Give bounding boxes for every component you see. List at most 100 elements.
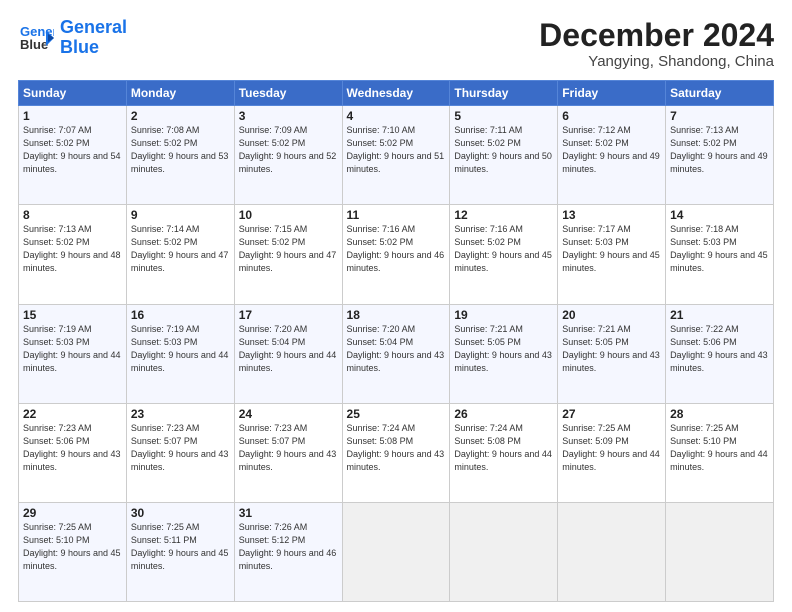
day-info: Sunrise: 7:07 AM Sunset: 5:02 PM Dayligh…	[23, 124, 122, 176]
day-number: 7	[670, 109, 769, 123]
svg-text:Blue: Blue	[20, 37, 48, 52]
calendar-day-cell: 15 Sunrise: 7:19 AM Sunset: 5:03 PM Dayl…	[19, 304, 127, 403]
day-number: 28	[670, 407, 769, 421]
day-info: Sunrise: 7:13 AM Sunset: 5:02 PM Dayligh…	[670, 124, 769, 176]
calendar-day-header: Saturday	[666, 81, 774, 106]
logo: General Blue General Blue	[18, 18, 127, 58]
day-number: 17	[239, 308, 338, 322]
day-info: Sunrise: 7:11 AM Sunset: 5:02 PM Dayligh…	[454, 124, 553, 176]
day-number: 31	[239, 506, 338, 520]
day-number: 21	[670, 308, 769, 322]
day-number: 19	[454, 308, 553, 322]
day-info: Sunrise: 7:21 AM Sunset: 5:05 PM Dayligh…	[454, 323, 553, 375]
calendar-day-cell: 25 Sunrise: 7:24 AM Sunset: 5:08 PM Dayl…	[342, 403, 450, 502]
day-info: Sunrise: 7:24 AM Sunset: 5:08 PM Dayligh…	[347, 422, 446, 474]
calendar-day-cell	[558, 502, 666, 601]
calendar-day-cell: 29 Sunrise: 7:25 AM Sunset: 5:10 PM Dayl…	[19, 502, 127, 601]
day-number: 15	[23, 308, 122, 322]
calendar-day-cell: 13 Sunrise: 7:17 AM Sunset: 5:03 PM Dayl…	[558, 205, 666, 304]
day-info: Sunrise: 7:20 AM Sunset: 5:04 PM Dayligh…	[347, 323, 446, 375]
calendar-day-cell: 2 Sunrise: 7:08 AM Sunset: 5:02 PM Dayli…	[126, 106, 234, 205]
day-number: 25	[347, 407, 446, 421]
calendar-day-cell: 26 Sunrise: 7:24 AM Sunset: 5:08 PM Dayl…	[450, 403, 558, 502]
day-info: Sunrise: 7:25 AM Sunset: 5:09 PM Dayligh…	[562, 422, 661, 474]
calendar-day-cell	[342, 502, 450, 601]
day-info: Sunrise: 7:10 AM Sunset: 5:02 PM Dayligh…	[347, 124, 446, 176]
day-number: 27	[562, 407, 661, 421]
day-number: 13	[562, 208, 661, 222]
calendar-day-header: Sunday	[19, 81, 127, 106]
day-info: Sunrise: 7:17 AM Sunset: 5:03 PM Dayligh…	[562, 223, 661, 275]
calendar-day-cell: 27 Sunrise: 7:25 AM Sunset: 5:09 PM Dayl…	[558, 403, 666, 502]
day-number: 14	[670, 208, 769, 222]
calendar-day-cell: 21 Sunrise: 7:22 AM Sunset: 5:06 PM Dayl…	[666, 304, 774, 403]
day-info: Sunrise: 7:14 AM Sunset: 5:02 PM Dayligh…	[131, 223, 230, 275]
calendar-day-cell: 14 Sunrise: 7:18 AM Sunset: 5:03 PM Dayl…	[666, 205, 774, 304]
day-info: Sunrise: 7:23 AM Sunset: 5:07 PM Dayligh…	[239, 422, 338, 474]
calendar-day-cell: 30 Sunrise: 7:25 AM Sunset: 5:11 PM Dayl…	[126, 502, 234, 601]
calendar-day-cell: 4 Sunrise: 7:10 AM Sunset: 5:02 PM Dayli…	[342, 106, 450, 205]
calendar-day-cell: 1 Sunrise: 7:07 AM Sunset: 5:02 PM Dayli…	[19, 106, 127, 205]
calendar-day-cell: 24 Sunrise: 7:23 AM Sunset: 5:07 PM Dayl…	[234, 403, 342, 502]
page: General Blue General Blue December 2024 …	[0, 0, 792, 612]
day-number: 2	[131, 109, 230, 123]
day-number: 22	[23, 407, 122, 421]
day-info: Sunrise: 7:25 AM Sunset: 5:10 PM Dayligh…	[670, 422, 769, 474]
calendar-week-row: 22 Sunrise: 7:23 AM Sunset: 5:06 PM Dayl…	[19, 403, 774, 502]
header: General Blue General Blue December 2024 …	[18, 18, 774, 70]
logo-line1: General	[60, 17, 127, 37]
day-number: 11	[347, 208, 446, 222]
calendar-day-cell: 18 Sunrise: 7:20 AM Sunset: 5:04 PM Dayl…	[342, 304, 450, 403]
calendar-week-row: 15 Sunrise: 7:19 AM Sunset: 5:03 PM Dayl…	[19, 304, 774, 403]
day-info: Sunrise: 7:25 AM Sunset: 5:11 PM Dayligh…	[131, 521, 230, 573]
logo-line2: Blue	[60, 37, 99, 57]
day-info: Sunrise: 7:24 AM Sunset: 5:08 PM Dayligh…	[454, 422, 553, 474]
calendar-day-cell: 9 Sunrise: 7:14 AM Sunset: 5:02 PM Dayli…	[126, 205, 234, 304]
calendar-week-row: 1 Sunrise: 7:07 AM Sunset: 5:02 PM Dayli…	[19, 106, 774, 205]
title-block: December 2024 Yangying, Shandong, China	[539, 18, 774, 70]
day-number: 10	[239, 208, 338, 222]
calendar-day-cell: 16 Sunrise: 7:19 AM Sunset: 5:03 PM Dayl…	[126, 304, 234, 403]
calendar-day-cell: 17 Sunrise: 7:20 AM Sunset: 5:04 PM Dayl…	[234, 304, 342, 403]
day-info: Sunrise: 7:13 AM Sunset: 5:02 PM Dayligh…	[23, 223, 122, 275]
calendar-day-cell: 20 Sunrise: 7:21 AM Sunset: 5:05 PM Dayl…	[558, 304, 666, 403]
day-number: 20	[562, 308, 661, 322]
calendar-header-row: SundayMondayTuesdayWednesdayThursdayFrid…	[19, 81, 774, 106]
day-info: Sunrise: 7:08 AM Sunset: 5:02 PM Dayligh…	[131, 124, 230, 176]
day-info: Sunrise: 7:25 AM Sunset: 5:10 PM Dayligh…	[23, 521, 122, 573]
day-info: Sunrise: 7:19 AM Sunset: 5:03 PM Dayligh…	[131, 323, 230, 375]
day-info: Sunrise: 7:16 AM Sunset: 5:02 PM Dayligh…	[347, 223, 446, 275]
day-info: Sunrise: 7:19 AM Sunset: 5:03 PM Dayligh…	[23, 323, 122, 375]
day-number: 8	[23, 208, 122, 222]
day-number: 6	[562, 109, 661, 123]
day-info: Sunrise: 7:20 AM Sunset: 5:04 PM Dayligh…	[239, 323, 338, 375]
day-info: Sunrise: 7:18 AM Sunset: 5:03 PM Dayligh…	[670, 223, 769, 275]
calendar-day-header: Tuesday	[234, 81, 342, 106]
day-number: 3	[239, 109, 338, 123]
calendar-day-cell: 7 Sunrise: 7:13 AM Sunset: 5:02 PM Dayli…	[666, 106, 774, 205]
day-info: Sunrise: 7:23 AM Sunset: 5:07 PM Dayligh…	[131, 422, 230, 474]
day-info: Sunrise: 7:21 AM Sunset: 5:05 PM Dayligh…	[562, 323, 661, 375]
day-number: 16	[131, 308, 230, 322]
calendar-day-header: Wednesday	[342, 81, 450, 106]
day-number: 5	[454, 109, 553, 123]
day-number: 4	[347, 109, 446, 123]
logo-text: General Blue	[60, 18, 127, 58]
calendar-day-cell	[666, 502, 774, 601]
calendar-day-cell: 11 Sunrise: 7:16 AM Sunset: 5:02 PM Dayl…	[342, 205, 450, 304]
day-number: 26	[454, 407, 553, 421]
day-info: Sunrise: 7:26 AM Sunset: 5:12 PM Dayligh…	[239, 521, 338, 573]
calendar-week-row: 29 Sunrise: 7:25 AM Sunset: 5:10 PM Dayl…	[19, 502, 774, 601]
calendar-day-cell: 10 Sunrise: 7:15 AM Sunset: 5:02 PM Dayl…	[234, 205, 342, 304]
day-number: 30	[131, 506, 230, 520]
day-number: 29	[23, 506, 122, 520]
calendar-day-cell: 19 Sunrise: 7:21 AM Sunset: 5:05 PM Dayl…	[450, 304, 558, 403]
day-info: Sunrise: 7:12 AM Sunset: 5:02 PM Dayligh…	[562, 124, 661, 176]
calendar-day-cell: 23 Sunrise: 7:23 AM Sunset: 5:07 PM Dayl…	[126, 403, 234, 502]
day-number: 1	[23, 109, 122, 123]
calendar-day-cell: 8 Sunrise: 7:13 AM Sunset: 5:02 PM Dayli…	[19, 205, 127, 304]
day-info: Sunrise: 7:23 AM Sunset: 5:06 PM Dayligh…	[23, 422, 122, 474]
calendar-day-cell: 6 Sunrise: 7:12 AM Sunset: 5:02 PM Dayli…	[558, 106, 666, 205]
calendar-day-header: Thursday	[450, 81, 558, 106]
day-number: 23	[131, 407, 230, 421]
